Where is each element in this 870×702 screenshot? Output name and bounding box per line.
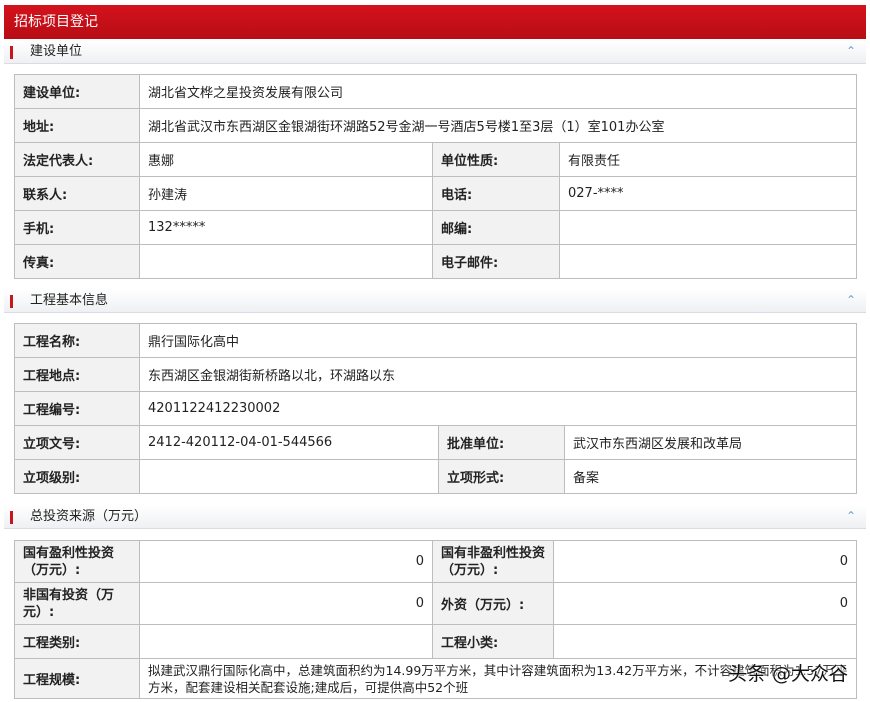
watermark: 头条 @大众谷 xyxy=(727,663,848,685)
page-title: 招标项目登记 xyxy=(4,5,866,39)
builder-table: 建设单位: 湖北省文桦之星投资发展有限公司 地址: 湖北省武汉市东西湖区金银湖街… xyxy=(14,74,857,279)
non-state-value: 0 xyxy=(139,582,433,625)
fax-value xyxy=(139,244,433,279)
table-row: 立项级别: 立项形式: 备案 xyxy=(14,459,858,494)
table-row: 工程编号: 4201122412230002 xyxy=(14,391,858,426)
project-name-value: 鼎行国际化高中 xyxy=(138,323,858,358)
unit-value: 湖北省文桦之星投资发展有限公司 xyxy=(139,74,857,109)
subcategory-value xyxy=(553,624,857,659)
state-profit-value: 0 xyxy=(139,540,433,583)
email-label: 电子邮件: xyxy=(432,244,560,279)
project-location-label: 工程地点: xyxy=(14,357,140,392)
address-label: 地址: xyxy=(14,108,140,143)
postcode-value xyxy=(559,210,857,245)
section-marker xyxy=(10,46,13,59)
section-marker xyxy=(10,295,13,308)
double-chevron-up-icon[interactable]: ⌃ xyxy=(844,292,858,308)
project-code-value: 4201122412230002 xyxy=(138,391,858,426)
approval-doc-value: 2412-420112-04-01-544566 xyxy=(139,425,439,460)
category-value xyxy=(139,624,433,659)
section-marker xyxy=(10,511,13,524)
mobile-value: 132***** xyxy=(139,210,433,245)
state-nonprofit-label: 国有非盈利性投资（万元）: xyxy=(432,540,554,583)
section-header-investment: 总投资来源（万元） ⌃ xyxy=(4,505,866,529)
section-header-builder: 建设单位 ⌃ xyxy=(4,40,866,64)
table-row: 联系人: 孙建涛 电话: 027-**** xyxy=(14,176,857,211)
section-title-builder: 建设单位 xyxy=(30,44,83,59)
phone-value: 027-**** xyxy=(559,176,857,211)
foreign-value: 0 xyxy=(553,582,857,625)
state-nonprofit-value: 0 xyxy=(553,540,857,583)
unit-nature-value: 有限责任 xyxy=(559,142,857,177)
table-row: 传真: 电子邮件: xyxy=(14,244,857,279)
contact-label: 联系人: xyxy=(14,176,140,211)
address-value: 湖北省武汉市东西湖区金银湖街环湖路52号金湖一号酒店5号楼1至3层（1）室101… xyxy=(139,108,857,143)
approval-form-label: 立项形式: xyxy=(438,459,565,494)
table-row: 手机: 132***** 邮编: xyxy=(14,210,857,245)
postcode-label: 邮编: xyxy=(432,210,560,245)
approval-unit-label: 批准单位: xyxy=(438,425,565,460)
double-chevron-up-icon[interactable]: ⌃ xyxy=(844,508,858,524)
table-row: 地址: 湖北省武汉市东西湖区金银湖街环湖路52号金湖一号酒店5号楼1至3层（1）… xyxy=(14,108,857,143)
table-row: 立项文号: 2412-420112-04-01-544566 批准单位: 武汉市… xyxy=(14,425,858,460)
category-label: 工程类别: xyxy=(14,624,140,659)
table-row: 法定代表人: 惠娜 单位性质: 有限责任 xyxy=(14,142,857,177)
section-title-project: 工程基本信息 xyxy=(30,293,109,308)
email-value xyxy=(559,244,857,279)
approval-form-value: 备案 xyxy=(563,459,858,494)
section-header-project: 工程基本信息 ⌃ xyxy=(4,289,866,313)
approval-unit-value: 武汉市东西湖区发展和改革局 xyxy=(563,425,858,460)
phone-label: 电话: xyxy=(432,176,560,211)
table-row: 工程类别: 工程小类: xyxy=(14,624,857,659)
unit-nature-label: 单位性质: xyxy=(432,142,560,177)
unit-label: 建设单位: xyxy=(14,74,140,109)
table-row: 工程名称: 鼎行国际化高中 xyxy=(14,323,858,358)
approval-level-label: 立项级别: xyxy=(14,459,140,494)
fax-label: 传真: xyxy=(14,244,140,279)
table-row: 工程地点: 东西湖区金银湖街新桥路以北，环湖路以东 xyxy=(14,357,858,392)
state-profit-label: 国有盈利性投资（万元）: xyxy=(14,540,140,583)
mobile-label: 手机: xyxy=(14,210,140,245)
project-code-label: 工程编号: xyxy=(14,391,140,426)
foreign-label: 外资（万元）: xyxy=(432,582,554,625)
non-state-label: 非国有投资（万元）: xyxy=(14,582,140,625)
section-title-investment: 总投资来源（万元） xyxy=(30,509,148,524)
project-location-value: 东西湖区金银湖街新桥路以北，环湖路以东 xyxy=(138,357,858,392)
project-table: 工程名称: 鼎行国际化高中 工程地点: 东西湖区金银湖街新桥路以北，环湖路以东 … xyxy=(14,323,858,494)
scale-label: 工程规模: xyxy=(14,658,140,699)
double-chevron-up-icon[interactable]: ⌃ xyxy=(844,43,858,59)
project-name-label: 工程名称: xyxy=(14,323,140,358)
table-row: 国有盈利性投资（万元）: 0 国有非盈利性投资（万元）: 0 xyxy=(14,540,857,583)
table-row: 建设单位: 湖北省文桦之星投资发展有限公司 xyxy=(14,74,857,109)
subcategory-label: 工程小类: xyxy=(432,624,554,659)
legal-rep-value: 惠娜 xyxy=(139,142,433,177)
approval-doc-label: 立项文号: xyxy=(14,425,140,460)
legal-rep-label: 法定代表人: xyxy=(14,142,140,177)
table-row: 非国有投资（万元）: 0 外资（万元）: 0 xyxy=(14,582,857,625)
approval-level-value xyxy=(139,459,439,494)
contact-value: 孙建涛 xyxy=(139,176,433,211)
